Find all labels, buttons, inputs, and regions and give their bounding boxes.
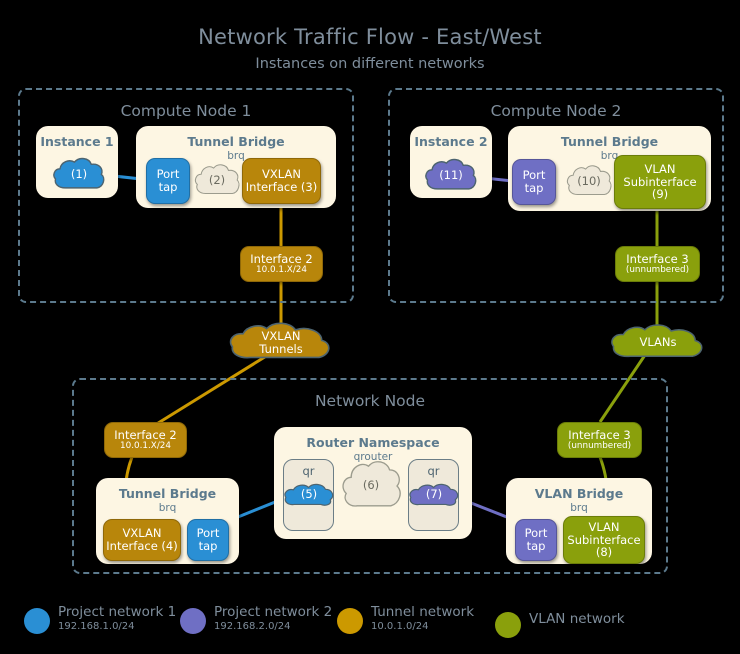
compute-node-1-title: Compute Node 1 <box>120 102 252 120</box>
legend-label: VLAN network <box>529 611 625 627</box>
vlans-line1: VLANs <box>639 335 677 350</box>
cn2-port-tap-line2: tap <box>524 181 544 195</box>
cn1-bridge-cloud: (2) <box>193 160 241 202</box>
cn2-port-tap: Port tap <box>512 159 556 205</box>
legend-color-swatch <box>180 608 206 634</box>
nn-vxlan-interface-4: VXLAN Interface (4) <box>103 519 181 561</box>
cn2-bridge-cloud: (10) <box>565 161 613 203</box>
cn2-interface-3-subnet: (unnumbered) <box>625 264 690 275</box>
cn2-vlan-line1: VLAN <box>644 161 676 176</box>
nn-vlan-sub-line3: (8) <box>595 545 613 560</box>
legend-subnet: 192.168.1.0/24 <box>58 621 135 632</box>
legend-subnet: 192.168.2.0/24 <box>214 621 291 632</box>
router-center-cloud-label: (6) <box>362 478 380 493</box>
cn2-interface-3: Interface 3 (unnumbered) <box>615 246 700 282</box>
legend-label: Tunnel network <box>371 604 475 620</box>
cn2-interface-3-name: Interface 3 <box>626 251 689 266</box>
nn-vlan-bridge-title: VLAN Bridge <box>534 486 624 501</box>
nn-interface-3-subnet: (unnumbered) <box>567 440 632 451</box>
legend: Project network 1 192.168.1.0/24 Project… <box>0 596 740 648</box>
cn2-bridge-cloud-label: (10) <box>577 174 601 189</box>
cn1-vxlan-interface: VXLAN Interface (3) <box>242 158 321 204</box>
vlans-label: VLANs <box>610 322 706 364</box>
nn-tunnel-bridge-subtitle: brq <box>158 502 177 514</box>
nn-tunnel-port-tap-line2: tap <box>198 539 218 553</box>
legend-label: Project network 2 <box>214 604 333 620</box>
vxlan-tunnels-line2: Tunnels <box>259 342 303 356</box>
nn-interface-2: Interface 2 10.0.1.X/24 <box>104 422 187 458</box>
page-subtitle: Instances on different networks <box>255 56 485 72</box>
cn1-instance-cloud: (1) <box>51 155 107 195</box>
nn-interface-3-name: Interface 3 <box>568 427 631 442</box>
compute-node-2-title: Compute Node 2 <box>490 102 622 120</box>
nn-tunnel-bridge-title: Tunnel Bridge <box>118 486 217 501</box>
nn-vlan-sub-line1: VLAN <box>588 519 620 534</box>
cn1-vxlan-line2: Interface (3) <box>245 180 318 194</box>
cn2-bridge-title: Tunnel Bridge <box>560 134 659 149</box>
cn1-interface-2-subnet: 10.0.1.X/24 <box>256 264 307 275</box>
nn-vlan-bridge-subtitle: brq <box>570 502 588 514</box>
cn2-vlan-line3: (9) <box>651 187 669 202</box>
qr-right-cloud-label: (7) <box>425 487 443 502</box>
cn2-instance-cloud-label: (11) <box>439 168 463 183</box>
qr-left-cloud-label: (5) <box>300 487 318 502</box>
cn2-instance-title: Instance 2 <box>414 134 488 149</box>
nn-vlan-subinterface-8: VLAN Subinterface (8) <box>563 516 645 564</box>
page-title: Network Traffic Flow - East/West <box>198 25 542 49</box>
legend-color-swatch <box>495 612 521 638</box>
nn-vlan-port-tap-line2: tap <box>526 539 546 553</box>
vlans-cloud: VLANs <box>610 322 706 364</box>
vxlan-tunnels-label: VXLAN Tunnels <box>228 322 334 364</box>
legend-label: Project network 1 <box>58 604 177 620</box>
legend-color-swatch <box>24 608 50 634</box>
diagram-canvas: Network Traffic Flow - East/West Instanc… <box>0 0 740 654</box>
cn1-port-tap-line2: tap <box>158 180 178 194</box>
nn-interface-2-name: Interface 2 <box>114 427 177 442</box>
qr-left-cloud: (5) <box>283 478 335 512</box>
cn1-bridge-title: Tunnel Bridge <box>187 134 285 149</box>
nn-tunnel-port-tap: Port tap <box>187 519 229 561</box>
vxlan-tunnels-cloud: VXLAN Tunnels <box>228 322 334 364</box>
legend-subnet: 10.0.1.0/24 <box>371 621 429 632</box>
router-center-cloud: (6) <box>340 456 402 516</box>
cn1-bridge-cloud-label: (2) <box>208 173 226 188</box>
router-namespace-title: Router Namespace <box>306 435 440 450</box>
nn-vlan-port-tap: Port tap <box>515 519 557 561</box>
qr-right-label: qr <box>427 464 440 478</box>
qr-left-label: qr <box>302 464 315 478</box>
cn2-vlan-subinterface: VLAN Subinterface (9) <box>614 155 706 209</box>
nn-interface-3: Interface 3 (unnumbered) <box>557 422 642 458</box>
legend-color-swatch <box>337 608 363 634</box>
cn1-interface-2-name: Interface 2 <box>250 251 313 266</box>
nn-interface-2-subnet: 10.0.1.X/24 <box>120 440 171 451</box>
network-node-title: Network Node <box>314 392 426 410</box>
cn1-interface-2: Interface 2 10.0.1.X/24 <box>240 246 323 282</box>
cn1-instance-cloud-label: (1) <box>70 167 88 182</box>
qr-right-cloud: (7) <box>408 478 460 512</box>
cn2-instance-cloud: (11) <box>423 156 479 196</box>
nn-vxlan-line2: Interface (4) <box>106 539 178 553</box>
cn1-port-tap: Port tap <box>146 158 190 204</box>
cn1-instance-title: Instance 1 <box>40 134 114 149</box>
